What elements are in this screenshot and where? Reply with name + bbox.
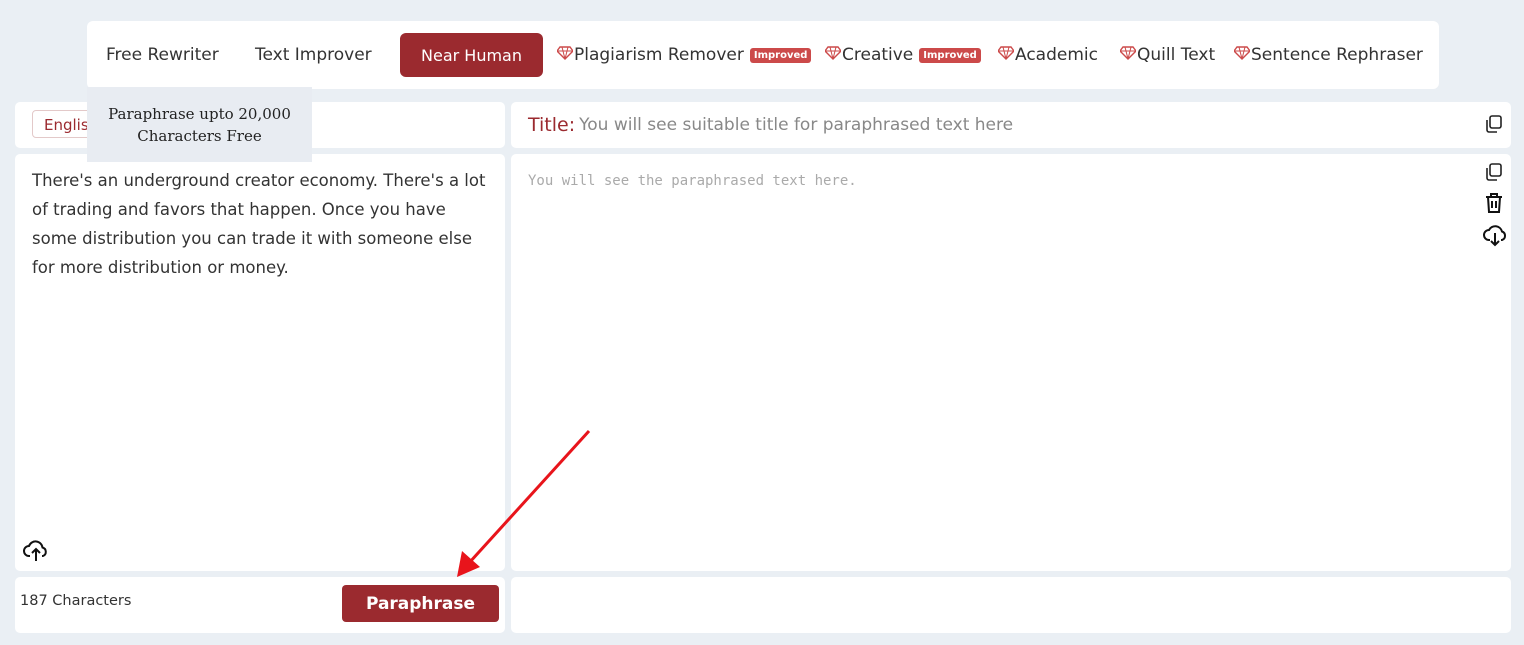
output-placeholder: You will see the paraphrased text here.: [528, 173, 857, 189]
title-panel: Title: You will see suitable title for p…: [511, 102, 1511, 148]
tab-label: Academic: [1015, 45, 1098, 65]
tab-near-human[interactable]: Near Human: [400, 33, 543, 77]
upload-cloud-icon[interactable]: [22, 537, 50, 563]
tab-label: Text Improver: [255, 45, 372, 65]
input-textarea[interactable]: There's an underground creator economy. …: [32, 166, 492, 282]
gem-icon: [997, 45, 1015, 65]
improved-badge: Improved: [749, 47, 812, 63]
gem-icon: [1119, 45, 1137, 65]
tab-plagiarism-remover[interactable]: Plagiarism Remover Improved: [556, 21, 812, 89]
tab-sentence-rephraser[interactable]: Sentence Rephraser: [1233, 21, 1423, 89]
output-footer: [511, 577, 1511, 633]
tab-label: Near Human: [421, 45, 522, 65]
gem-icon: [1233, 45, 1251, 65]
title-placeholder: You will see suitable title for paraphra…: [579, 115, 1014, 135]
input-panel: There's an underground creator economy. …: [15, 154, 505, 571]
tab-free-rewriter[interactable]: Free Rewriter: [106, 21, 219, 89]
tab-text-improver[interactable]: Text Improver: [255, 21, 372, 89]
mode-tab-bar: Free Rewriter Text Improver Near Human P…: [87, 21, 1439, 89]
tab-quill-text[interactable]: Quill Text: [1119, 21, 1216, 89]
tab-label: Free Rewriter: [106, 45, 219, 65]
download-cloud-icon[interactable]: [1482, 223, 1508, 247]
tab-academic[interactable]: Academic: [997, 21, 1098, 89]
copy-icon[interactable]: [1484, 162, 1506, 184]
tab-label: Sentence Rephraser: [1251, 45, 1423, 65]
trash-icon[interactable]: [1484, 192, 1506, 214]
gem-icon: [556, 45, 574, 65]
tab-label: Creative: [842, 45, 914, 65]
input-footer: 187 Characters Paraphrase: [15, 577, 505, 633]
free-limit-tooltip: Paraphrase upto 20,000 Characters Free: [87, 87, 312, 162]
paraphrase-button[interactable]: Paraphrase: [342, 585, 499, 622]
tab-label: Plagiarism Remover: [574, 45, 744, 65]
gem-icon: [824, 45, 842, 65]
title-label: Title:: [528, 114, 576, 136]
character-count: 187 Characters: [20, 593, 132, 609]
output-panel: You will see the paraphrased text here.: [511, 154, 1511, 571]
tab-label: Quill Text: [1137, 45, 1216, 65]
copy-icon[interactable]: [1484, 114, 1506, 136]
tab-creative[interactable]: Creative Improved: [824, 21, 981, 89]
improved-badge: Improved: [919, 47, 981, 63]
